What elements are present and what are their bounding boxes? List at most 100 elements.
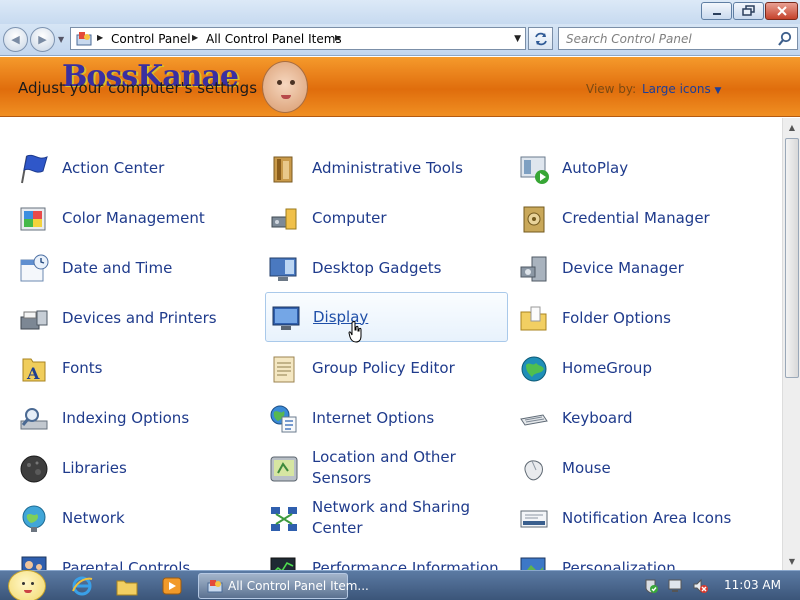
item-parental-controls[interactable]: Parental Controls	[15, 544, 255, 570]
item-label: Date and Time	[62, 258, 173, 277]
item-notification-area-icons[interactable]: Notification Area Icons	[515, 494, 755, 542]
item-label: Devices and Printers	[62, 308, 217, 327]
item-devices-and-printers[interactable]: Devices and Printers	[15, 294, 255, 342]
keyboard-icon	[520, 414, 548, 426]
network-tray-icon[interactable]	[667, 578, 683, 594]
taskbar-task-label: All Control Panel Item...	[228, 579, 369, 593]
header-banner: BossKanae Adjust your computer's setting…	[0, 57, 800, 117]
breadcrumb-separator-icon: ▶	[97, 33, 104, 42]
item-date-and-time[interactable]: Date and Time	[15, 244, 255, 292]
item-display[interactable]: Display	[265, 292, 508, 342]
item-label: Credential Manager	[562, 208, 710, 227]
item-label: Group Policy Editor	[312, 358, 455, 377]
close-button[interactable]	[765, 2, 798, 20]
globe-icon	[270, 405, 297, 433]
item-label: Network and Sharing Center	[312, 498, 470, 537]
fonts-icon: A	[22, 358, 46, 383]
windows-explorer-icon[interactable]	[115, 575, 139, 597]
scroll-down-icon[interactable]: ▼	[785, 554, 799, 568]
item-network[interactable]: Network	[15, 494, 255, 542]
vertical-scrollbar[interactable]: ▲ ▼	[782, 118, 800, 570]
hand-cursor-icon	[348, 321, 362, 343]
title-bar	[0, 0, 800, 24]
scroll-up-icon[interactable]: ▲	[785, 120, 799, 134]
item-label: Keyboard	[562, 408, 633, 427]
item-performance-information[interactable]: Performance Information	[265, 544, 505, 570]
address-dropdown-icon[interactable]: ▼	[514, 34, 521, 44]
refresh-icon	[534, 32, 547, 45]
item-color-management[interactable]: Color Management	[15, 194, 255, 242]
item-indexing-options[interactable]: Indexing Options	[15, 394, 255, 442]
item-label: Internet Options	[312, 408, 435, 427]
item-label: Device Manager	[562, 258, 684, 277]
forward-button[interactable]: ▶	[30, 27, 55, 52]
system-clock[interactable]: 11:03 AM	[724, 578, 781, 592]
performance-icon	[270, 557, 296, 570]
item-location-and-other-sensors[interactable]: Location and Other Sensors	[265, 444, 505, 492]
item-action-center[interactable]: Action Center	[15, 144, 255, 192]
item-credential-manager[interactable]: Credential Manager	[515, 194, 755, 242]
network-sharing-icon	[271, 507, 297, 531]
taskbar: All Control Panel Item... 11:03 AM	[0, 570, 800, 600]
personalization-icon	[520, 557, 546, 570]
search-icon[interactable]	[777, 31, 793, 47]
item-label: Personalization	[562, 558, 676, 571]
item-group-policy-editor[interactable]: Group Policy Editor	[265, 344, 505, 392]
item-label: Performance Information	[312, 558, 499, 571]
item-keyboard[interactable]: Keyboard	[515, 394, 755, 442]
item-label: Folder Options	[562, 308, 671, 327]
taskbar-task-control-panel[interactable]: All Control Panel Item...	[198, 573, 369, 599]
item-label: Computer	[312, 208, 387, 227]
minimize-button[interactable]	[701, 2, 732, 20]
item-label: Indexing Options	[62, 408, 190, 427]
page-title: Adjust your computer's settings	[18, 79, 258, 97]
printer-icon	[20, 310, 48, 330]
folder-icon	[520, 306, 547, 331]
item-internet-options[interactable]: Internet Options	[265, 394, 505, 442]
item-network-and-sharing-center[interactable]: Network and Sharing Center	[265, 494, 505, 542]
item-mouse[interactable]: Mouse	[515, 444, 755, 492]
item-personalization[interactable]: Personalization	[515, 544, 755, 570]
item-device-manager[interactable]: Device Manager	[515, 244, 755, 292]
item-autoplay[interactable]: AutoPlay	[515, 144, 755, 192]
breadcrumb-separator-icon[interactable]: ▶	[192, 33, 198, 42]
view-by-value: Large icons	[642, 82, 711, 96]
item-fonts[interactable]: A Fonts	[15, 344, 255, 392]
breadcrumb-control-panel[interactable]: Control Panel	[111, 32, 191, 46]
refresh-button[interactable]	[528, 27, 553, 50]
item-desktop-gadgets[interactable]: Desktop Gadgets	[265, 244, 505, 292]
item-label: Libraries	[62, 458, 127, 477]
item-label: Notification Area Icons	[562, 508, 732, 527]
action-center-tray-icon[interactable]	[643, 578, 659, 594]
scroll-thumb[interactable]	[785, 138, 799, 378]
view-by-dropdown[interactable]: Large icons ▼	[642, 82, 721, 96]
item-folder-options[interactable]: Folder Options	[515, 294, 755, 342]
calendar-clock-icon	[20, 254, 49, 282]
volume-muted-icon[interactable]	[692, 578, 708, 594]
start-button[interactable]	[8, 570, 46, 600]
internet-explorer-icon[interactable]	[70, 575, 94, 597]
item-homegroup[interactable]: HomeGroup	[515, 344, 755, 392]
item-administrative-tools[interactable]: Administrative Tools	[265, 144, 505, 192]
breadcrumb-separator-icon[interactable]: ▶	[335, 33, 341, 42]
item-computer[interactable]: Computer	[265, 194, 505, 242]
sensor-icon	[270, 456, 298, 482]
flag-icon	[21, 154, 48, 184]
search-input[interactable]: Search Control Panel	[566, 32, 692, 46]
media-player-icon[interactable]	[160, 575, 184, 597]
search-box[interactable]: Search Control Panel	[558, 27, 798, 50]
item-libraries[interactable]: Libraries	[15, 444, 255, 492]
address-bar[interactable]: ▶ Control Panel ▶ All Control Panel Item…	[70, 27, 526, 50]
mouse-icon	[524, 460, 543, 481]
recent-pages-dropdown[interactable]: ▼	[58, 35, 64, 44]
view-by-label: View by:	[586, 82, 637, 96]
maximize-button[interactable]	[733, 2, 764, 20]
breadcrumb-all-items[interactable]: All Control Panel Items	[206, 32, 342, 46]
item-label: Administrative Tools	[312, 158, 463, 177]
item-label: Desktop Gadgets	[312, 258, 442, 277]
item-label: Network	[62, 508, 125, 527]
parental-icon	[21, 556, 47, 570]
item-label: Parental Controls	[62, 558, 191, 571]
libraries-icon	[20, 455, 48, 483]
back-button[interactable]: ◀	[3, 27, 28, 52]
